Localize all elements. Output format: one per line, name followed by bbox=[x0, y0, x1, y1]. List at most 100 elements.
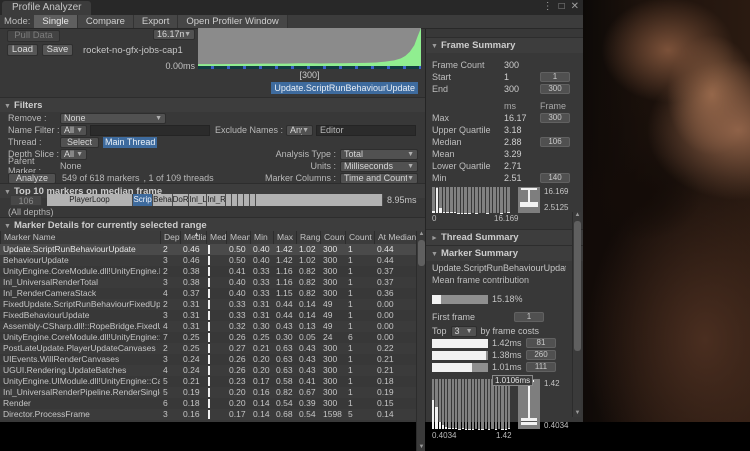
column-header-max[interactable]: Max bbox=[273, 231, 296, 244]
value-cell: 7 bbox=[160, 332, 180, 343]
exclude-names-input[interactable] bbox=[316, 125, 416, 136]
histogram-bar bbox=[458, 429, 460, 430]
marker-name-cell: PostLateUpdate.PlayerUpdateCanvases bbox=[0, 343, 160, 354]
table-row[interactable]: FixedBehaviourUpdate30.310.330.310.440.1… bbox=[0, 310, 416, 321]
table-row[interactable]: Update.ScriptRunBehaviourUpdate20.460.50… bbox=[0, 244, 416, 255]
value-cell: 0.14 bbox=[296, 299, 320, 310]
analysis-type-dropdown[interactable]: Total▼ bbox=[340, 149, 418, 160]
maximize-icon[interactable]: □ bbox=[559, 1, 565, 13]
frame-jump-button[interactable]: 300 bbox=[540, 113, 570, 123]
scroll-down-icon[interactable]: ▼ bbox=[417, 444, 426, 451]
column-header-depth[interactable]: Depth bbox=[160, 231, 180, 244]
mode-button-compare[interactable]: Compare bbox=[78, 15, 134, 28]
table-row[interactable]: UnityEngine.UIModule.dll!UnityEngine::Ca… bbox=[0, 376, 416, 387]
thread-select-button[interactable]: Select bbox=[60, 137, 99, 148]
close-icon[interactable]: ✕ bbox=[571, 1, 579, 13]
table-row[interactable]: UnityEngine.CoreModule.dll!UnityEngine.R… bbox=[0, 266, 416, 277]
histogram-bin bbox=[439, 187, 442, 213]
table-row[interactable]: Inl_RenderCameraStack40.370.400.331.150.… bbox=[0, 288, 416, 299]
name-filter-mode-dropdown[interactable]: All▼ bbox=[60, 125, 87, 136]
table-row[interactable]: BehaviourUpdate30.460.500.401.421.023001… bbox=[0, 255, 416, 266]
column-header-at-median-f[interactable]: At Median F bbox=[374, 231, 416, 244]
frame-jump-button[interactable]: 81 bbox=[526, 338, 556, 348]
histogram-bar bbox=[501, 429, 503, 430]
column-header-mean[interactable]: Mean bbox=[226, 231, 250, 244]
top10-segment[interactable]: Inl_R bbox=[207, 194, 226, 206]
scrollbar-thumb[interactable] bbox=[574, 221, 581, 351]
value-cell bbox=[206, 343, 226, 354]
window-tab[interactable]: Profile Analyzer bbox=[2, 1, 91, 15]
frame-jump-button[interactable]: 106 bbox=[540, 137, 570, 147]
table-row[interactable]: Assembly-CSharp.dll!::RopeBridge.FixedUp… bbox=[0, 321, 416, 332]
table-row[interactable]: Render60.180.200.140.540.3930010.15 bbox=[0, 398, 416, 409]
mode-button-single[interactable]: Single bbox=[34, 15, 77, 28]
units-dropdown[interactable]: Milliseconds▼ bbox=[340, 161, 418, 172]
value-cell: 0.43 bbox=[296, 354, 320, 365]
depth-slice-dropdown[interactable]: All▼ bbox=[60, 149, 87, 160]
table-row[interactable]: PostLateUpdate.PlayerUpdateCanvases20.25… bbox=[0, 343, 416, 354]
table-row[interactable]: UGUI.Rendering.UpdateBatches40.240.260.2… bbox=[0, 365, 416, 376]
panel-scrollbar[interactable]: ▲ ▼ bbox=[572, 212, 581, 417]
value-cell: 0.63 bbox=[273, 343, 296, 354]
marker-name-cell: UIEvents.WillRenderCanvases bbox=[0, 354, 160, 365]
thread-summary-header[interactable]: ►Thread Summary bbox=[426, 229, 583, 245]
scroll-down-icon[interactable]: ▼ bbox=[573, 410, 582, 417]
marker-details-header[interactable]: ▼Marker Details for currently selected r… bbox=[0, 217, 425, 232]
cost-bar-fill bbox=[432, 363, 472, 372]
frame-jump-button[interactable]: 260 bbox=[526, 350, 556, 360]
value-cell bbox=[206, 387, 226, 398]
frame-jump-button[interactable]: 1 bbox=[540, 72, 570, 82]
value-cell: 1.02 bbox=[296, 255, 320, 266]
table-row[interactable]: Inl_UniversalRenderTotal30.380.400.331.1… bbox=[0, 277, 416, 288]
filters-header[interactable]: ▼Filters bbox=[0, 98, 425, 112]
save-button[interactable]: Save bbox=[42, 44, 73, 56]
frame-summary-header[interactable]: ▼Frame Summary bbox=[426, 37, 583, 53]
column-header-marker-name[interactable]: Marker Name bbox=[0, 231, 160, 244]
value-cell: 1 bbox=[345, 376, 374, 387]
top-count-dropdown[interactable]: 3▼ bbox=[451, 326, 477, 337]
scroll-up-icon[interactable]: ▲ bbox=[573, 212, 582, 219]
panel-menu-icon[interactable]: ⋮ bbox=[543, 1, 553, 13]
first-frame-button[interactable]: 1 bbox=[514, 312, 544, 322]
table-row[interactable]: Inl_UniversalRenderPipeline.RenderSingle… bbox=[0, 387, 416, 398]
marker-columns-dropdown[interactable]: Time and Count▼ bbox=[340, 173, 418, 184]
table-scrollbar[interactable]: ▲ ▼ bbox=[416, 231, 425, 451]
column-header-media[interactable]: Media bbox=[206, 231, 226, 244]
table-row[interactable]: UnityEngine.CoreModule.dll!UnityEngine::… bbox=[0, 332, 416, 343]
marker-summary-header[interactable]: ▼Marker Summary bbox=[426, 245, 583, 261]
pull-data-button[interactable]: Pull Data bbox=[7, 30, 60, 42]
exclude-mode-dropdown[interactable]: Any▼ bbox=[286, 125, 313, 136]
top10-segment[interactable]: DoR bbox=[173, 194, 190, 206]
column-header-media[interactable]: Media▲ bbox=[180, 231, 206, 244]
column-header-range[interactable]: Range bbox=[296, 231, 320, 244]
histogram-bar bbox=[432, 400, 434, 429]
top10-segment[interactable]: Inl_L bbox=[189, 194, 207, 206]
top10-segment[interactable]: Beha bbox=[153, 194, 172, 206]
remove-dropdown[interactable]: None▼ bbox=[60, 113, 166, 124]
scrollbar-thumb[interactable] bbox=[418, 240, 425, 266]
analyze-button[interactable]: Analyze bbox=[8, 173, 56, 184]
frame-histogram bbox=[432, 187, 510, 213]
value-cell: 0.40 bbox=[226, 277, 250, 288]
marker-name-cell: FixedBehaviourUpdate bbox=[0, 310, 160, 321]
top10-segment[interactable] bbox=[256, 194, 383, 206]
top10-segment[interactable]: PlayerLoop bbox=[47, 194, 133, 206]
load-button[interactable]: Load bbox=[7, 44, 38, 56]
table-row[interactable]: FixedUpdate.ScriptRunBehaviourFixedUpdat… bbox=[0, 299, 416, 310]
column-header-min[interactable]: Min bbox=[250, 231, 273, 244]
column-header-count[interactable]: Count bbox=[320, 231, 345, 244]
mode-button-export[interactable]: Export bbox=[134, 15, 178, 28]
mode-button-open-profiler-window[interactable]: Open Profiler Window bbox=[178, 15, 287, 28]
table-row[interactable]: Director.ProcessFrame30.160.170.140.680.… bbox=[0, 409, 416, 420]
frame-jump-button[interactable]: 140 bbox=[540, 173, 570, 183]
marker-columns-label: Marker Columns : bbox=[265, 173, 336, 183]
top10-segment[interactable]: Scrip bbox=[133, 194, 153, 206]
frame-jump-button[interactable]: 300 bbox=[540, 84, 570, 94]
frame-time-chart[interactable] bbox=[198, 28, 421, 69]
frame-jump-button[interactable]: 111 bbox=[526, 362, 556, 372]
chart-scale-dropdown[interactable]: 16.17ms▼ bbox=[153, 29, 195, 40]
column-header-count-fr[interactable]: Count Fr bbox=[345, 231, 374, 244]
chevron-down-icon: ▼ bbox=[76, 150, 83, 159]
name-filter-input[interactable] bbox=[90, 125, 210, 136]
table-row[interactable]: UIEvents.WillRenderCanvases30.240.260.20… bbox=[0, 354, 416, 365]
